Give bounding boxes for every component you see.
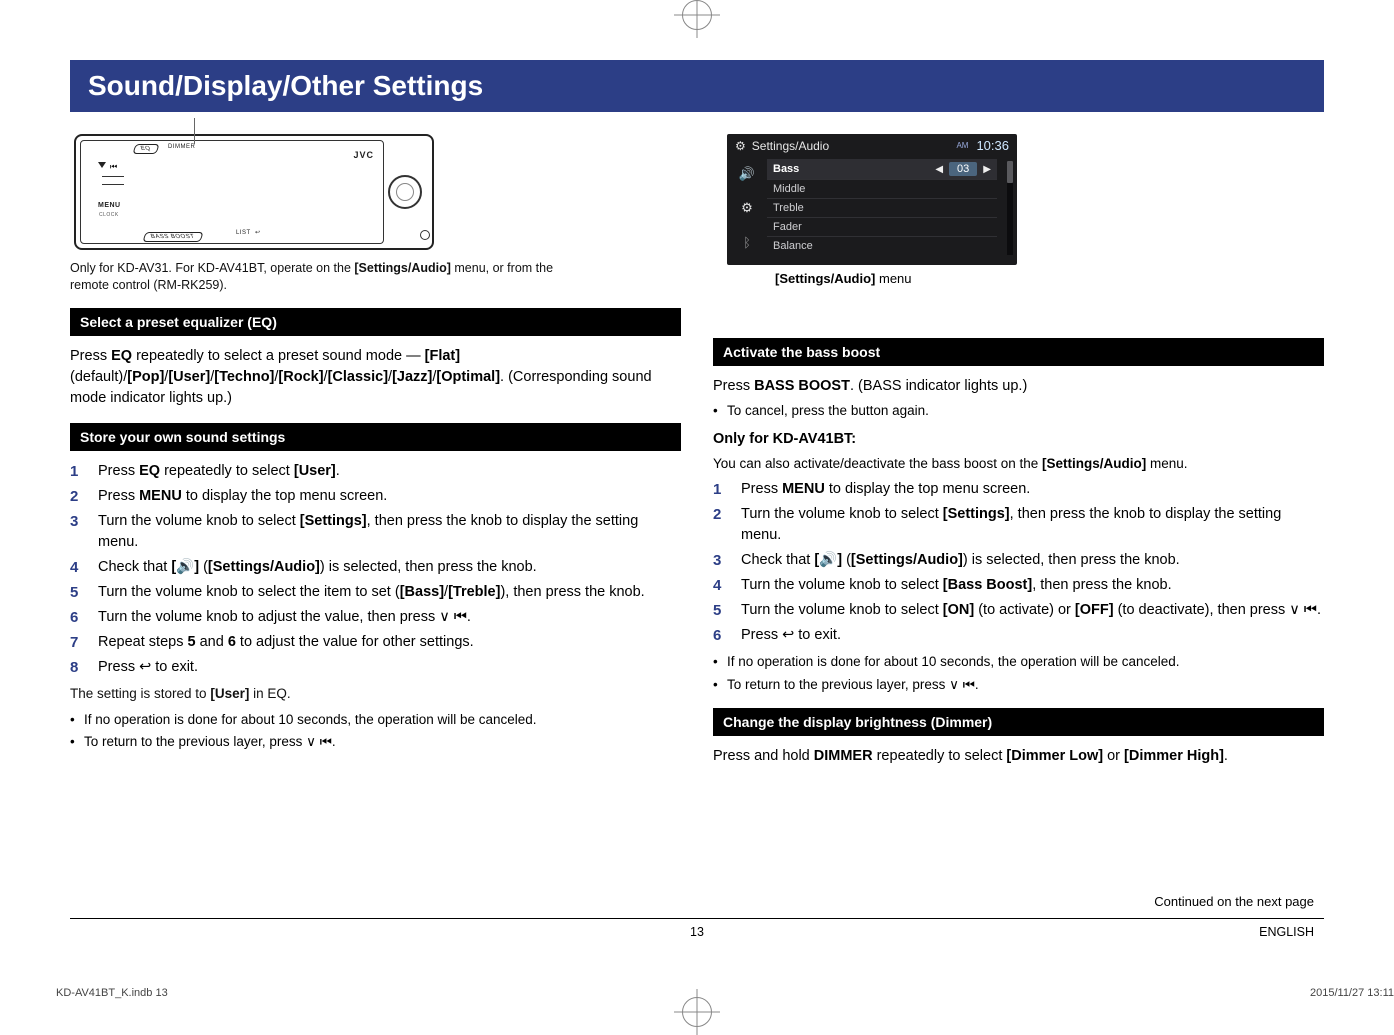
section-header-bass: Activate the bass boost [713,338,1324,366]
right-column: ⚙ Settings/Audio AM 10:36 🔊 ⚙ ᛒ [713,134,1324,771]
triangle-left-icon: ◀ [935,164,943,175]
prev-track-icon: ⏮ [110,162,117,172]
ss-row-middle: Middle [767,180,997,199]
imposition-info-right: 2015/11/27 13:11 [1310,987,1394,999]
gear-icon: ⚙ [735,139,746,153]
ss-row-balance: Balance [767,237,997,255]
only-for-kd: Only for KD-AV41BT: [713,429,1324,450]
bass-steps: Press MENU to display the top menu scree… [713,479,1324,646]
device-aux-button [420,230,430,240]
device-clock-label: CLOCK [99,212,119,218]
device-eq-label: EQ [132,144,159,154]
ss-value: 03 [949,162,977,176]
left-column: EQ DIMMER ⏮ MENU CLOCK BASS BOOST LIST ↩… [70,134,681,771]
store-bullet-2: To return to the previous layer, press ∨… [70,732,681,752]
device-list-label: LIST ↩ [236,229,261,236]
dimmer-p: Press and hold DIMMER repeatedly to sele… [713,746,1324,767]
device-bassboost-label: BASS BOOST [142,232,203,242]
ss-am-label: AM [956,141,968,150]
device-note: Only for KD-AV31. For KD-AV41BT, operate… [70,260,560,294]
footer-rule [70,918,1324,919]
return-icon: ↩ [782,627,794,643]
device-volume-knob [388,175,422,209]
crop-mark-bottom [674,989,720,1035]
down-prev-icon: ∨ ⏮ [439,609,467,625]
section-header-store: Store your own sound settings [70,423,681,451]
ss-row-treble: Treble [767,199,997,218]
ss-scrollbar [1007,161,1013,255]
ss-row-bass: Bass ◀ 03 ▶ [767,159,997,180]
imposition-info-left: KD-AV41BT_K.indb 13 [56,987,168,999]
ss-caption: [Settings/Audio] menu [727,271,1324,286]
store-after-note: The setting is stored to [User] in EQ. [70,684,681,704]
manual-page: Sound/Display/Other Settings EQ DIMMER ⏮… [0,0,1394,1027]
store-bullet-1: If no operation is done for about 10 sec… [70,710,681,730]
triangle-down-icon [98,162,106,168]
ss-title: Settings/Audio [752,139,951,153]
return-icon: ↩ [139,659,151,675]
bass-cancel-note: To cancel, press the button again. [713,401,1324,421]
continued-note: Continued on the next page [1154,894,1314,909]
gear-tab-icon: ⚙ [736,197,758,219]
bluetooth-tab-icon: ᛒ [736,231,758,253]
device-dimmer-label: DIMMER [168,144,195,150]
settings-audio-screenshot: ⚙ Settings/Audio AM 10:36 🔊 ⚙ ᛒ [727,134,1017,265]
callout-line [194,118,195,144]
down-prev-icon: ∨ ⏮ [1289,602,1317,618]
speaker-icon: [🔊] [814,552,842,568]
bass-bullet-2: To return to the previous layer, press ∨… [713,675,1324,695]
ss-clock: 10:36 [976,138,1009,153]
store-steps: Press EQ repeatedly to select [User]. Pr… [70,461,681,678]
eq-description: Press EQ repeatedly to select a preset s… [70,346,681,409]
device-brand-label: JVC [353,150,374,160]
speaker-tab-icon: 🔊 [736,163,758,185]
triangle-right-icon: ▶ [983,164,991,175]
section-header-eq: Select a preset equalizer (EQ) [70,308,681,336]
speaker-icon: [🔊] [171,559,199,575]
page-title: Sound/Display/Other Settings [70,60,1324,112]
device-illustration: EQ DIMMER ⏮ MENU CLOCK BASS BOOST LIST ↩… [74,134,681,250]
bass-bullet-1: If no operation is done for about 10 sec… [713,652,1324,672]
bass-p1: Press BASS BOOST. (BASS indicator lights… [713,376,1324,397]
language-label: ENGLISH [1259,925,1314,939]
crop-mark-top [674,0,720,38]
section-header-dimmer: Change the display brightness (Dimmer) [713,708,1324,736]
device-menu-label: MENU [98,202,121,209]
only-body: You can also activate/deactivate the bas… [713,454,1324,474]
page-number: 13 [690,925,704,939]
ss-row-fader: Fader [767,218,997,237]
